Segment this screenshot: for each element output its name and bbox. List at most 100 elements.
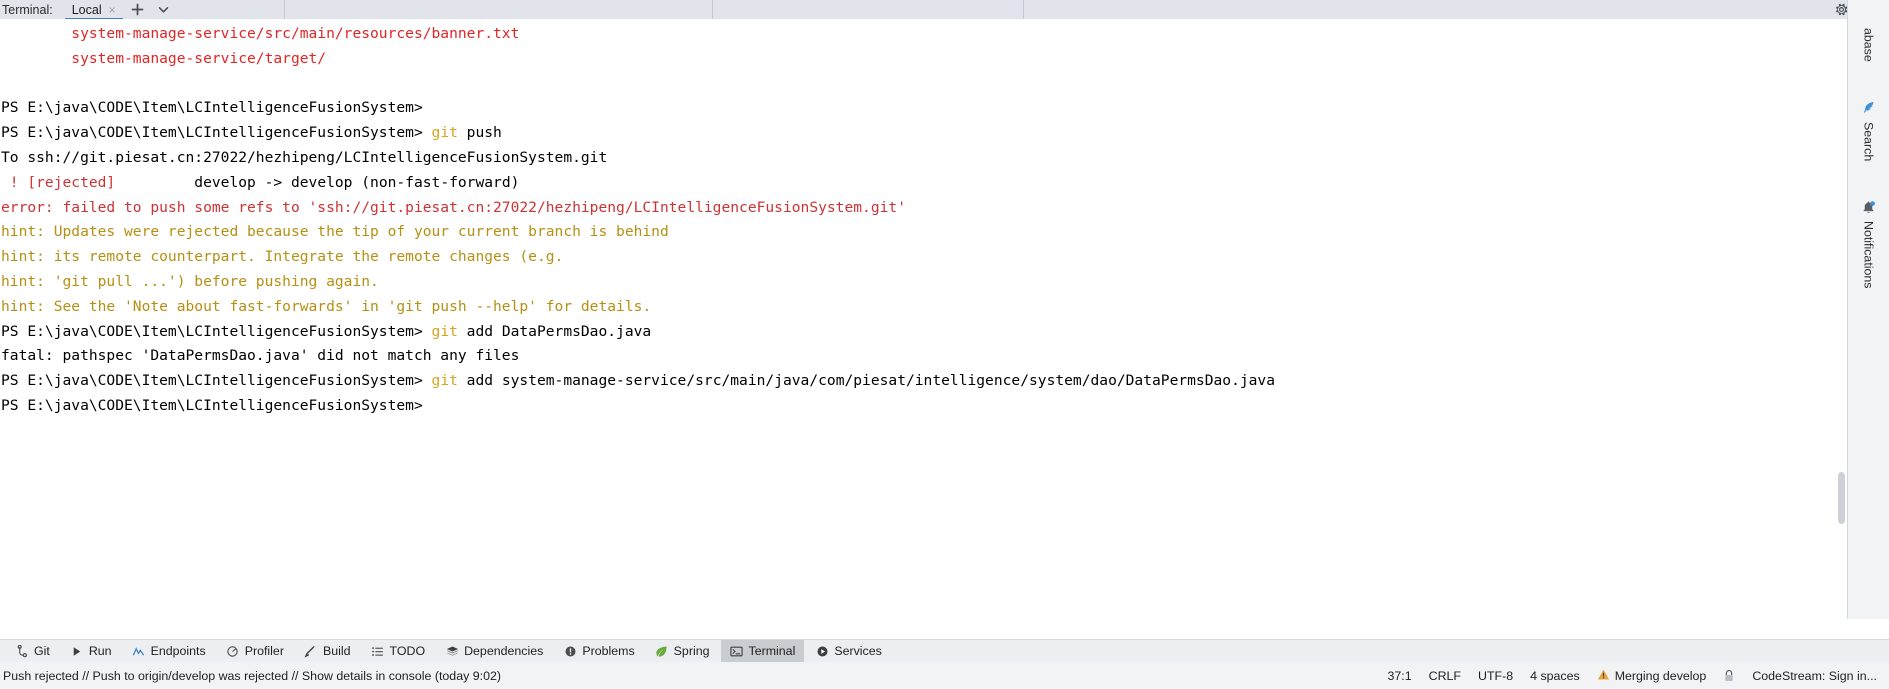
terminal-text-segment: hint: See the 'Note about fast-forwards'… — [1, 297, 652, 315]
tool-window-button-terminal[interactable]: Terminal — [720, 639, 805, 663]
terminal-text-segment: PS E:\java\CODE\Item\LCIntelligenceFusio… — [1, 99, 423, 117]
services-icon — [815, 644, 829, 658]
terminal-line: hint: its remote counterpart. Integrate … — [0, 245, 1847, 270]
sidebar-item-database[interactable]: abase — [1862, 22, 1876, 68]
terminal-line: hint: 'git pull ...') before pushing aga… — [0, 270, 1847, 295]
terminal-text-segment: add system-manage-service/src/main/java/… — [457, 372, 1276, 390]
tool-window-button-services[interactable]: Services — [806, 640, 891, 663]
terminal-text-segment: git — [431, 124, 458, 142]
tabbar-spacer-b — [285, 0, 712, 19]
tool-window-label: Build — [322, 644, 351, 658]
branch-indicator[interactable]: Merging develop — [1597, 668, 1707, 684]
tool-window-label: TODO — [389, 644, 426, 658]
terminal-line: ! [rejected] develop -> develop (non-fas… — [0, 171, 1847, 196]
tool-window-bar: Git Run Endpoints Profiler Build TODO Dependen… — [0, 639, 1889, 663]
right-tool-strip: abase Search Notifications — [1847, 0, 1889, 619]
terminal-line: PS E:\java\CODE\Item\LCIntelligenceFusio… — [0, 369, 1847, 394]
tool-window-label: Profiler — [244, 644, 284, 658]
terminal-icon — [730, 644, 744, 658]
tool-window-button-endpoints[interactable]: Endpoints — [123, 640, 215, 663]
line-separator[interactable]: CRLF — [1429, 669, 1461, 683]
tool-window-button-problems[interactable]: Problems — [554, 640, 643, 663]
tool-window-label: Services — [834, 644, 882, 658]
close-icon[interactable]: × — [109, 4, 116, 16]
terminal-text-segment: fatal: pathspec 'DataPermsDao.java' did … — [1, 347, 520, 365]
terminal-line: PS E:\java\CODE\Item\LCIntelligenceFusio… — [0, 96, 1847, 121]
terminal-line: PS E:\java\CODE\Item\LCIntelligenceFusio… — [0, 394, 1847, 419]
tabbar-spacer-c — [713, 0, 1023, 19]
terminal-line: PS E:\java\CODE\Item\LCIntelligenceFusio… — [0, 320, 1847, 345]
dependencies-icon — [445, 644, 459, 658]
tool-window-button-todo[interactable]: TODO — [362, 640, 435, 663]
file-encoding[interactable]: UTF-8 — [1478, 669, 1513, 683]
terminal-text-segment: system-manage-service/target/ — [1, 49, 327, 67]
terminal-text-segment: git — [431, 322, 458, 340]
terminal-text-segment: PS E:\java\CODE\Item\LCIntelligenceFusio… — [1, 322, 432, 340]
terminal-text-segment: error: failed to push some refs to 'ssh:… — [1, 198, 906, 216]
tool-window-label: Run — [88, 644, 112, 658]
terminal-line: hint: See the 'Note about fast-forwards'… — [0, 295, 1847, 320]
tool-window-label: Spring — [673, 644, 710, 658]
terminal-scrollbar-thumb[interactable] — [1838, 472, 1845, 524]
tool-window-button-dependencies[interactable]: Dependencies — [436, 640, 552, 663]
right-strip-label-search: Search — [1861, 121, 1876, 162]
chevron-down-icon[interactable] — [151, 0, 177, 19]
bell-icon — [1861, 199, 1877, 215]
todo-list-icon — [371, 644, 385, 658]
play-icon — [70, 644, 84, 658]
terminal-text-segment: ! [rejected] — [1, 173, 116, 191]
add-terminal-button[interactable] — [125, 0, 151, 19]
terminal-text-segment: system-manage-service/src/main/resources… — [1, 25, 520, 42]
caret-position[interactable]: 37:1 — [1388, 669, 1412, 683]
tool-window-button-git[interactable]: Git — [6, 640, 59, 663]
terminal-line: hint: Updates were rejected because the … — [0, 220, 1847, 245]
terminal-output[interactable]: system-manage-service/src/main/resources… — [0, 19, 1847, 528]
sidebar-item-search[interactable]: Search — [1861, 94, 1877, 167]
terminal-line: fatal: pathspec 'DataPermsDao.java' did … — [0, 344, 1847, 369]
sidebar-item-notifications[interactable]: Notifications — [1861, 193, 1877, 295]
tabbar-spacer-d — [1024, 0, 1834, 19]
tabbar-spacer-a — [177, 0, 284, 19]
problems-icon — [563, 644, 577, 658]
status-bar: Push rejected // Push to origin/develop … — [0, 662, 1889, 689]
terminal-line: PS E:\java\CODE\Item\LCIntelligenceFusio… — [0, 121, 1847, 146]
terminal-text-segment: hint: 'git pull ...') before pushing aga… — [1, 272, 379, 290]
terminal-text-segment: PS E:\java\CODE\Item\LCIntelligenceFusio… — [1, 124, 432, 142]
git-branch-icon — [15, 644, 29, 658]
profiler-icon — [226, 644, 240, 658]
lock-icon[interactable] — [1723, 669, 1735, 683]
terminal-line: system-manage-service/target/ — [0, 47, 1847, 72]
terminal-text-segment: hint: Updates were rejected because the … — [1, 223, 669, 241]
tool-window-label: Endpoints — [150, 644, 206, 658]
codestream-signin[interactable]: CodeStream: Sign in... — [1752, 669, 1877, 683]
terminal-line: error: failed to push some refs to 'ssh:… — [0, 196, 1847, 221]
tool-window-button-profiler[interactable]: Profiler — [217, 640, 293, 663]
right-strip-label-notifications: Notifications — [1861, 221, 1876, 289]
terminal-line: system-manage-service/src/main/resources… — [0, 22, 1847, 47]
branch-label: Merging develop — [1614, 668, 1707, 683]
status-bar-right: 37:1 CRLF UTF-8 4 spaces Merging develop — [1388, 668, 1889, 684]
tool-window-label: Git — [34, 644, 50, 658]
search-feather-icon — [1861, 100, 1877, 116]
terminal-text-segment: git — [431, 372, 458, 390]
terminal-text-segment: hint: its remote counterpart. Integrate … — [1, 248, 564, 266]
indent-setting[interactable]: 4 spaces — [1530, 669, 1580, 683]
tool-window-button-spring[interactable]: Spring — [646, 640, 719, 663]
terminal-tab-local[interactable]: Local × — [63, 0, 125, 21]
hammer-icon — [304, 644, 318, 658]
tool-window-label: Dependencies — [464, 644, 544, 658]
spring-leaf-icon — [655, 644, 669, 658]
terminal-text-segment: PS E:\java\CODE\Item\LCIntelligenceFusio… — [1, 396, 423, 414]
tool-window-button-build[interactable]: Build — [295, 640, 360, 663]
terminal-text-segment: add DataPermsDao.java — [457, 322, 652, 340]
endpoints-icon — [132, 644, 146, 658]
tool-window-label: Problems — [582, 644, 635, 658]
terminal-text-segment: push — [457, 124, 502, 142]
terminal-tab-bar: Terminal: Local × — [0, 0, 1889, 21]
ide-terminal-window: Terminal: Local × system-manage-service/… — [0, 0, 1889, 689]
terminal-text-segment: develop -> develop (non-fast-forward) — [115, 173, 520, 191]
status-message[interactable]: Push rejected // Push to origin/develop … — [0, 669, 501, 683]
tool-window-button-run[interactable]: Run — [61, 640, 121, 663]
terminal-tab-label: Local — [71, 2, 102, 17]
